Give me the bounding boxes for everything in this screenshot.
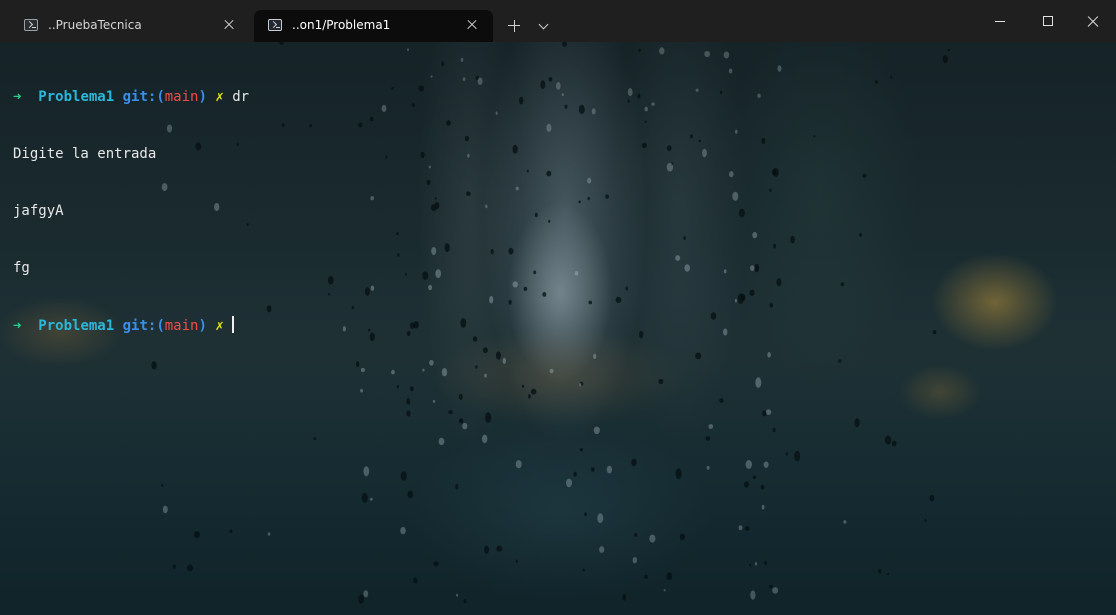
prompt-line: ➜ Problema1 git:(main) ✗ dr [13, 89, 250, 105]
tab-title: ..PruebaTecnica [48, 18, 142, 32]
terminal-output: ➜ Problema1 git:(main) ✗ dr Digite la en… [13, 50, 249, 373]
git-branch: main [164, 89, 199, 105]
command-text: dr [232, 89, 250, 105]
prompt-arrow: ➜ [13, 89, 22, 105]
terminal-pane[interactable]: ➜ Problema1 git:(main) ✗ dr Digite la en… [0, 42, 1116, 615]
powershell-icon [268, 19, 282, 31]
chevron-down-icon[interactable] [533, 15, 555, 37]
powershell-icon [24, 19, 38, 31]
prompt-directory: Problema1 [38, 89, 115, 105]
output-line: fg [13, 260, 30, 276]
tab-problema1[interactable]: ..on1/Problema1 [254, 10, 493, 42]
prompt-arrow: ➜ [13, 318, 22, 334]
close-window-button[interactable] [1070, 0, 1116, 42]
output-line: jafgyA [13, 203, 64, 219]
close-icon[interactable] [463, 16, 481, 34]
maximize-button[interactable] [1025, 0, 1071, 42]
tab-prueba-tecnica[interactable]: ..PruebaTecnica [10, 10, 250, 42]
tab-title: ..on1/Problema1 [292, 18, 391, 32]
output-line: Digite la entrada [13, 146, 157, 162]
git-label: git: [122, 89, 157, 105]
text-cursor [231, 316, 234, 333]
new-tab-button[interactable] [503, 15, 525, 37]
close-icon[interactable] [220, 16, 238, 34]
dirty-marker: ✗ [215, 89, 224, 105]
title-bar: ..PruebaTecnica ..on1/Problema1 [0, 0, 1116, 42]
git-branch: main [164, 318, 199, 334]
prompt-line: ➜ Problema1 git:(main) ✗ [13, 316, 249, 335]
prompt-directory: Problema1 [38, 318, 115, 334]
terminal-window: ..PruebaTecnica ..on1/Problema1 ➜ Proble… [0, 0, 1116, 615]
minimize-button[interactable] [977, 0, 1023, 42]
dirty-marker: ✗ [215, 318, 224, 334]
git-label: git: [122, 318, 157, 334]
